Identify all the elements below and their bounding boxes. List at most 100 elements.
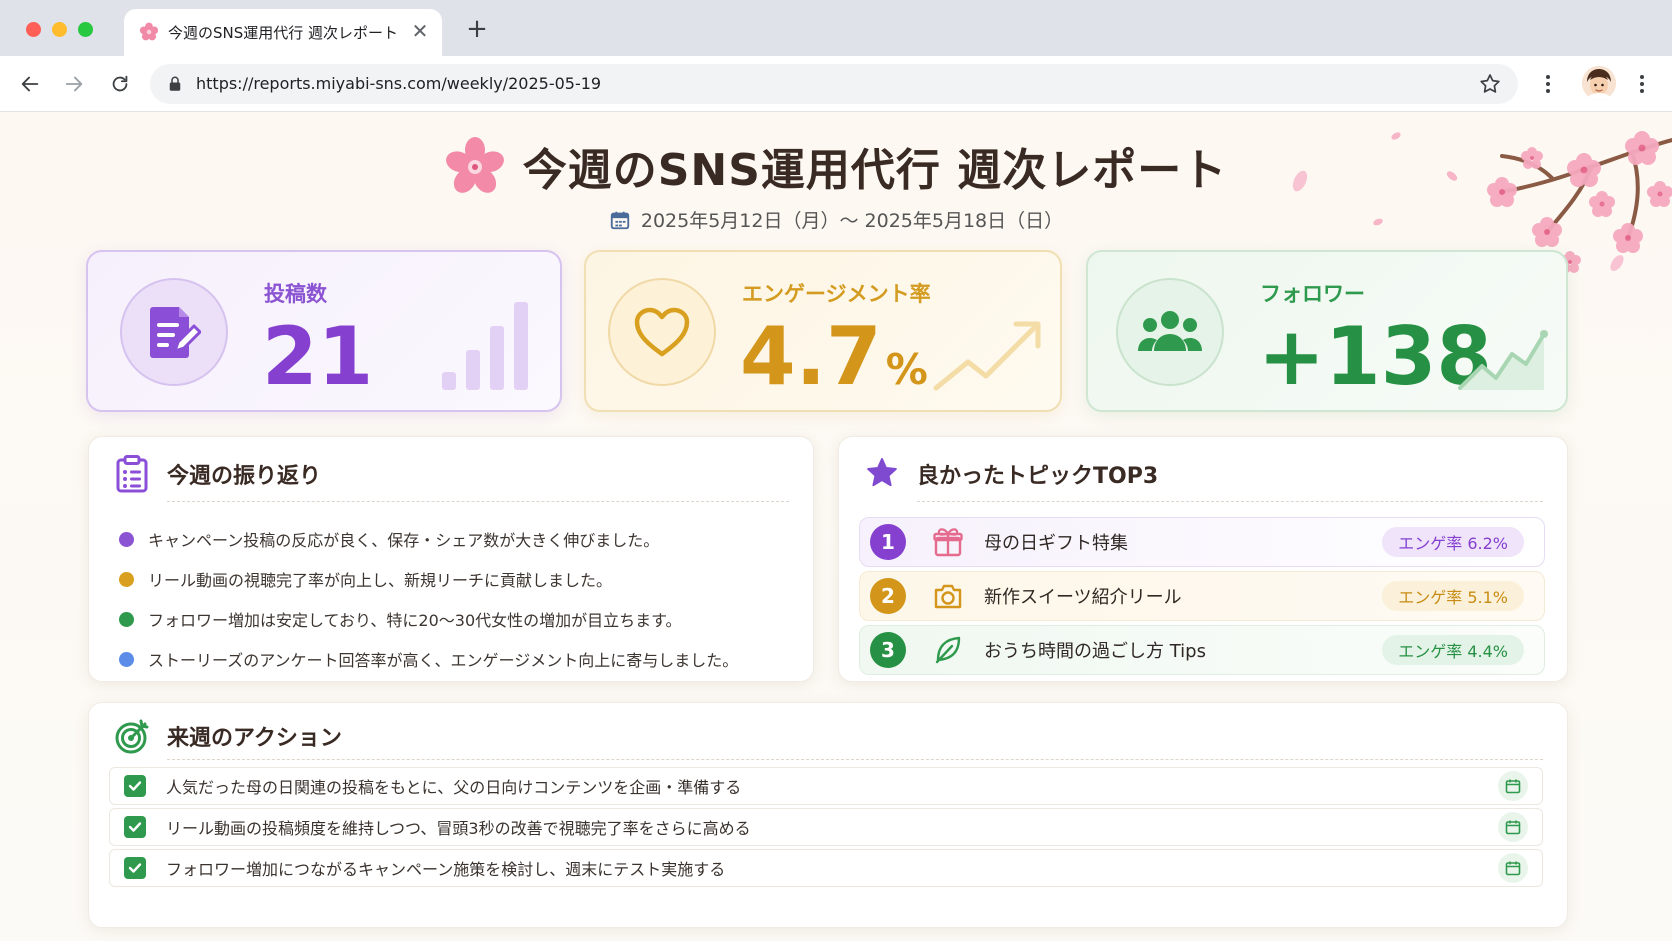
checkbox-checked[interactable] xyxy=(124,816,146,838)
kpi-card-posts: 投稿数 21 xyxy=(86,250,562,412)
panel-header: 来週のアクション xyxy=(115,717,342,755)
users-icon xyxy=(1138,311,1202,351)
check-icon xyxy=(128,863,142,873)
forward-button[interactable] xyxy=(58,68,90,100)
browser-toolbar: https://reports.miyabi-sns.com/weekly/20… xyxy=(0,56,1672,112)
checkbox-checked[interactable] xyxy=(124,775,146,797)
list-item-text: リール動画の視聴完了率が向上し、新規リーチに貢献しました。 xyxy=(148,571,613,590)
engagement-badge: エンゲ率 5.1% xyxy=(1382,581,1524,611)
camera-icon xyxy=(934,584,962,609)
extensions-menu-button[interactable] xyxy=(1532,68,1564,100)
date-range-text: 2025年5月12日（月）〜 2025年5月18日（日） xyxy=(640,210,1064,232)
sakura-favicon-icon xyxy=(139,22,159,41)
action-text: 人気だった母の日関連の投稿をもとに、父の日向けコンテンツを企画・準備する xyxy=(166,778,742,797)
profile-avatar[interactable] xyxy=(1582,66,1616,100)
bar-chart-decoration-icon xyxy=(442,302,528,390)
calendar-icon xyxy=(1505,820,1521,835)
panel-title: 良かったトピックTOP3 xyxy=(917,464,1159,489)
report-page: 今週のSNS運用代行 週次レポート 2025年5月12日（月）〜 2025年5月… xyxy=(0,112,1672,941)
minimize-window-button[interactable] xyxy=(52,22,67,37)
action-item: リール動画の投稿頻度を維持しつつ、冒頭3秒の改善で視聴完了率をさらに高める xyxy=(109,808,1543,846)
date-range: 2025年5月12日（月）〜 2025年5月18日（日） xyxy=(0,206,1672,233)
action-text: フォロワー増加につながるキャンペーン施策を検討し、週末にテスト実施する xyxy=(166,860,726,879)
tab-close-icon[interactable]: ✕ xyxy=(408,19,432,43)
more-vertical-icon xyxy=(1640,75,1644,93)
schedule-button[interactable] xyxy=(1498,812,1528,842)
arrow-left-icon xyxy=(21,76,39,92)
action-item: 人気だった母の日関連の投稿をもとに、父の日向けコンテンツを企画・準備する xyxy=(109,767,1543,805)
browser-menu-button[interactable] xyxy=(1626,68,1658,100)
next-week-actions-panel: 来週のアクション 人気だった母の日関連の投稿をもとに、父の日向けコンテンツを企画… xyxy=(88,702,1568,928)
kpi-label: フォロワー xyxy=(1260,282,1365,306)
engagement-badge: エンゲ率 6.2% xyxy=(1382,527,1524,557)
engagement-badge: エンゲ率 4.4% xyxy=(1382,635,1524,665)
list-item: リール動画の視聴完了率が向上し、新規リーチに貢献しました。 xyxy=(119,559,793,599)
bullet-dot xyxy=(119,611,134,627)
arrow-right-icon xyxy=(65,76,83,92)
topic-name: おうち時間の過ごし方 Tips xyxy=(984,641,1206,662)
panel-header: 今週の振り返り xyxy=(115,455,321,493)
lock-icon xyxy=(169,76,181,91)
topic-row[interactable]: 2 新作スイーツ紹介リール エンゲ率 5.1% xyxy=(859,571,1545,621)
kpi-unit: % xyxy=(885,345,928,394)
bullet-dot xyxy=(119,531,134,547)
target-icon xyxy=(115,719,149,754)
topic-row[interactable]: 1 母の日ギフト特集 エンゲ率 6.2% xyxy=(859,517,1545,567)
address-bar[interactable]: https://reports.miyabi-sns.com/weekly/20… xyxy=(150,64,1518,104)
maximize-window-button[interactable] xyxy=(78,22,93,37)
url-text[interactable]: https://reports.miyabi-sns.com/weekly/20… xyxy=(196,74,601,93)
more-vertical-icon xyxy=(1546,75,1550,93)
top-topics-panel: 良かったトピックTOP3 1 母の日ギフト特集 エンゲ率 6.2% 2 新作スイ… xyxy=(838,436,1568,682)
reload-button[interactable] xyxy=(104,68,136,100)
close-window-button[interactable] xyxy=(26,22,41,37)
kpi-card-engagement: エンゲージメント率 4.7% xyxy=(584,250,1062,412)
rank-badge: 3 xyxy=(870,632,906,668)
report-header: 今週のSNS運用代行 週次レポート xyxy=(0,136,1672,196)
list-item: キャンペーン投稿の反応が良く、保存・シェア数が大きく伸びました。 xyxy=(119,519,793,559)
calendar-icon xyxy=(610,211,630,229)
leaf-icon xyxy=(935,636,961,664)
list-item: ストーリーズのアンケート回答率が高く、エンゲージメント向上に寄与しました。 xyxy=(119,639,793,679)
topic-name: 新作スイーツ紹介リール xyxy=(984,587,1182,608)
kpi-label: 投稿数 xyxy=(264,282,327,306)
kpi-icon-circle xyxy=(1116,278,1224,386)
kpi-icon-circle xyxy=(120,278,228,386)
user-avatar-icon xyxy=(1582,66,1616,100)
divider xyxy=(917,501,1543,502)
kpi-number: 4.7 xyxy=(740,310,882,403)
petal-icon xyxy=(1610,255,1624,271)
topic-row[interactable]: 3 おうち時間の過ごし方 Tips エンゲ率 4.4% xyxy=(859,625,1545,675)
kpi-label: エンゲージメント率 xyxy=(742,282,931,306)
tab-title: 今週のSNS運用代行 週次レポート xyxy=(168,24,399,42)
schedule-button[interactable] xyxy=(1498,771,1528,801)
clipboard-list-icon xyxy=(116,455,148,493)
kpi-value: 21 xyxy=(262,310,374,403)
area-trend-decoration-icon xyxy=(1458,330,1548,390)
divider xyxy=(167,501,789,502)
topic-name: 母の日ギフト特集 xyxy=(984,533,1128,554)
back-button[interactable] xyxy=(14,68,46,100)
reload-icon xyxy=(112,75,128,92)
browser-tab[interactable]: 今週のSNS運用代行 週次レポート ✕ xyxy=(124,9,442,56)
schedule-button[interactable] xyxy=(1498,853,1528,883)
reflection-panel: 今週の振り返り キャンペーン投稿の反応が良く、保存・シェア数が大きく伸びました。… xyxy=(88,436,814,682)
panel-header: 良かったトピックTOP3 xyxy=(865,455,1158,493)
new-tab-button[interactable]: + xyxy=(462,14,492,44)
panel-title: 今週の振り返り xyxy=(167,464,322,489)
checkbox-checked[interactable] xyxy=(124,857,146,879)
list-item-text: フォロワー増加は安定しており、特に20〜30代女性の増加が目立ちます。 xyxy=(148,611,682,630)
heart-icon xyxy=(634,307,690,357)
bookmark-star-icon[interactable] xyxy=(1478,72,1502,96)
document-edit-icon xyxy=(150,307,201,358)
trend-up-decoration-icon xyxy=(933,321,1041,391)
kpi-card-followers: フォロワー +138 xyxy=(1086,250,1568,412)
action-text: リール動画の投稿頻度を維持しつつ、冒頭3秒の改善で視聴完了率をさらに高める xyxy=(166,819,751,838)
calendar-icon xyxy=(1505,779,1521,794)
calendar-icon xyxy=(1505,861,1521,876)
action-item: フォロワー増加につながるキャンペーン施策を検討し、週末にテスト実施する xyxy=(109,849,1543,887)
rank-badge: 1 xyxy=(870,524,906,560)
list-item: フォロワー増加は安定しており、特に20〜30代女性の増加が目立ちます。 xyxy=(119,599,793,639)
tab-bar: 今週のSNS運用代行 週次レポート ✕ + xyxy=(0,0,1672,56)
kpi-value: +138 xyxy=(1258,310,1493,403)
star-icon xyxy=(867,458,897,487)
